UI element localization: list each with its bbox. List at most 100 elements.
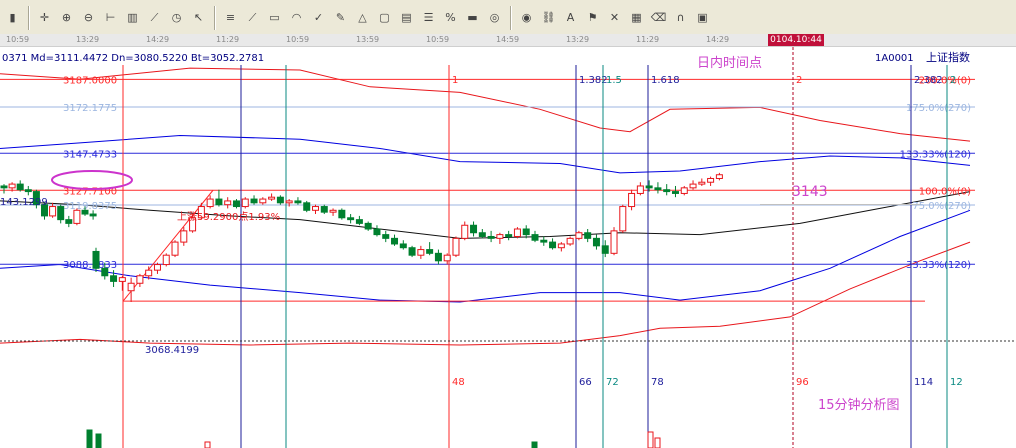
pencil-icon[interactable]: ✎	[332, 9, 349, 26]
current-time-highlight: 0104.10:44	[768, 34, 824, 46]
candle-body	[443, 254, 451, 262]
time-tick: 10:59	[286, 35, 310, 44]
cycle-count: 72	[606, 377, 619, 388]
volume-bar	[647, 431, 654, 448]
time-tick: 11:29	[216, 35, 240, 44]
candle-body	[162, 254, 170, 266]
candle-body	[549, 241, 557, 249]
cross-icon[interactable]: ✕	[606, 9, 623, 26]
candle-body	[101, 267, 109, 277]
candle-body	[654, 187, 662, 191]
bands-layer	[0, 67, 971, 346]
candle-body	[171, 241, 179, 256]
candle-body	[110, 275, 118, 282]
cycle-label: 1.618	[651, 75, 680, 86]
cycle-label: 1	[452, 75, 458, 86]
rectangle-icon[interactable]: ▢	[376, 9, 393, 26]
lower-mid-band-line	[0, 209, 971, 303]
time-axis-bar: 10:59 13:29 14:29 11:29 10:59 13:59 10:59 14:59…	[0, 34, 1016, 47]
link-icon[interactable]: ⛓	[540, 9, 557, 26]
fibonacci-icon[interactable]: ≡	[222, 9, 239, 26]
candle-body	[584, 232, 592, 239]
zoom-out-icon[interactable]: ⊖	[80, 9, 97, 26]
coin-icon[interactable]: ◎	[486, 9, 503, 26]
stack-icon[interactable]: ☰	[420, 9, 437, 26]
candle-body	[355, 219, 363, 224]
percent-icon[interactable]: %	[442, 9, 459, 26]
candle-body	[0, 185, 8, 189]
time-tick: 11:29	[636, 35, 660, 44]
candle-body	[312, 206, 319, 211]
candle-body	[680, 187, 688, 194]
candlestick-icon[interactable]: ▮	[4, 9, 21, 26]
candle-body	[513, 228, 521, 237]
candle-body	[417, 249, 425, 256]
ticker-icon[interactable]: ▬	[464, 9, 481, 26]
current-price-marker	[760, 204, 920, 205]
magnet-icon[interactable]: ∩	[672, 9, 689, 26]
time-tick: 14:29	[146, 35, 170, 44]
box-icon[interactable]: ▭	[266, 9, 283, 26]
candle-body	[136, 275, 144, 284]
candle-body	[320, 206, 328, 213]
fib-level-price: 3119.8375	[63, 201, 117, 212]
candle-body	[522, 228, 530, 236]
candle-body	[65, 219, 73, 224]
fan-icon[interactable]: ⟋	[244, 9, 261, 26]
time-tick: 10:59	[426, 35, 450, 44]
candle-body	[671, 191, 679, 194]
triangle-icon[interactable]: △	[354, 9, 371, 26]
line-chart-icon[interactable]: ⟋	[146, 9, 163, 26]
candle-body	[382, 234, 390, 239]
security-code: 1A0001	[875, 53, 914, 64]
candle-body	[180, 230, 188, 243]
flag-icon[interactable]: ⚑	[584, 9, 601, 26]
candle-body	[92, 250, 100, 269]
candle-body	[118, 277, 126, 282]
cycle-label: 1.5	[606, 75, 622, 86]
candle-body	[707, 177, 715, 183]
candle-body	[575, 232, 583, 239]
time-tick: 13:29	[566, 35, 590, 44]
candle-body	[259, 198, 267, 204]
crosshair-icon[interactable]: ✛	[36, 9, 53, 26]
candle-body	[391, 237, 399, 245]
bar-chart-icon[interactable]: ▥	[124, 9, 141, 26]
toolbar-separator	[28, 6, 30, 30]
table-icon[interactable]: ▤	[398, 9, 415, 26]
ruler-icon[interactable]: ⊢	[102, 9, 119, 26]
cycle-count: 48	[452, 377, 465, 388]
eraser-icon[interactable]: ⌫	[650, 9, 667, 26]
candle-body	[689, 183, 697, 189]
zoom-in-icon[interactable]: ⊕	[58, 9, 75, 26]
cycle-count: 96	[796, 377, 809, 388]
text-label-icon[interactable]: A	[562, 9, 579, 26]
intraday-time-label: 日内时间点	[697, 55, 762, 71]
candle-body	[461, 224, 469, 239]
candle-body	[206, 198, 214, 208]
candle-body	[715, 174, 723, 179]
fib-level-percent: 175.0%(270)	[906, 103, 971, 114]
fib-level-price: 3088.1833	[63, 260, 117, 271]
candle-body	[566, 237, 574, 245]
candle-body	[49, 206, 57, 217]
candle-body	[224, 200, 232, 206]
candle-body	[81, 209, 89, 215]
pointer-icon[interactable]: ↖	[190, 9, 207, 26]
arc-icon[interactable]: ◠	[288, 9, 305, 26]
grid-icon[interactable]: ▦	[628, 9, 645, 26]
candle-body	[268, 196, 276, 200]
check-icon[interactable]: ✓	[310, 9, 327, 26]
time-tick: 10:59	[6, 35, 30, 44]
candle-body	[478, 232, 486, 237]
candle-body	[215, 198, 223, 206]
period-icon[interactable]: ◷	[168, 9, 185, 26]
lock-icon[interactable]: ▣	[694, 9, 711, 26]
candle-body	[294, 200, 302, 204]
fibonacci-chart[interactable]: 3187.0000 200.0%(0)3172.1775 175.0%(270)31…	[0, 47, 1016, 448]
candle-body	[241, 198, 249, 208]
candle-body	[610, 230, 618, 254]
candle-body	[250, 198, 258, 204]
golden-icon[interactable]: ◉	[518, 9, 535, 26]
candle-body	[73, 209, 81, 224]
